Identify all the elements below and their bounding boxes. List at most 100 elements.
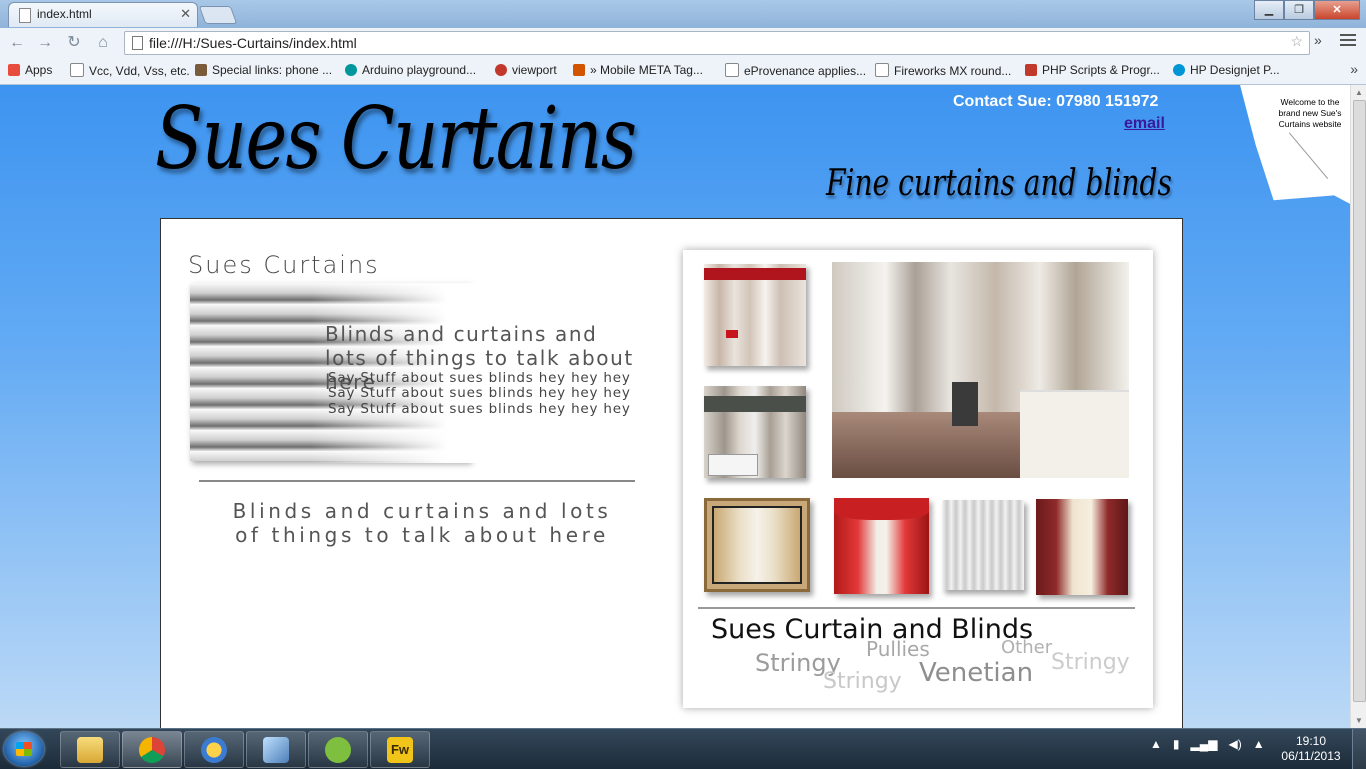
browser-tab[interactable]: index.html ✕ <box>8 2 198 27</box>
gallery-main-image <box>832 262 1129 478</box>
hero-text-line: Say Stuff about sues blinds hey hey hey <box>328 385 631 401</box>
scroll-up-icon[interactable]: ▲ <box>1355 88 1363 97</box>
google-drive-icon[interactable]: ▲ <box>1253 737 1265 751</box>
gallery-thumbnail[interactable] <box>834 498 929 594</box>
site-tagline: Fine curtains and blinds <box>826 163 1172 204</box>
spotify-icon <box>325 737 351 763</box>
vertical-scrollbar[interactable]: ▲ ▼ <box>1350 85 1366 728</box>
divider <box>698 607 1135 609</box>
page-icon <box>725 63 739 77</box>
home-icon[interactable]: ⌂ <box>92 33 114 53</box>
window-controls: ▁ ❐ ✕ <box>1254 0 1360 20</box>
taskbar-app-virtualbox[interactable] <box>246 731 306 768</box>
gallery-thumbnail[interactable] <box>942 500 1024 590</box>
fireworks-icon: Fw <box>387 737 413 763</box>
email-link[interactable]: email <box>1124 115 1165 133</box>
show-desktop-button[interactable] <box>1352 729 1366 769</box>
bookmark-item[interactable]: » Mobile META Tag... <box>573 63 703 77</box>
url-input[interactable] <box>149 35 1249 51</box>
divider <box>199 480 635 482</box>
windows-logo-icon <box>16 742 32 756</box>
bookmark-item[interactable]: viewport <box>495 63 557 77</box>
apps-icon <box>8 64 20 76</box>
arduino-icon <box>345 64 357 76</box>
extensions-overflow-icon[interactable]: » <box>1314 32 1322 48</box>
hp-icon <box>1173 64 1185 76</box>
system-tray: ▲ ▮ ▂▄▆ ◀) ▲ <box>1150 737 1265 751</box>
contact-phone: Contact Sue: 07980 151972 <box>953 93 1159 110</box>
page-icon <box>875 63 889 77</box>
sofa-shape <box>708 454 758 476</box>
gallery-thumbnail[interactable] <box>704 264 806 366</box>
window-frame <box>712 506 802 584</box>
close-tab-icon[interactable]: ✕ <box>180 6 191 22</box>
page-viewport: Sues Curtains Fine curtains and blinds C… <box>0 85 1350 728</box>
tag-cloud-item[interactable]: Stringy <box>1051 650 1130 675</box>
content-box: Sues Curtains Blinds and curtains and lo… <box>160 218 1183 728</box>
bookmark-item[interactable]: Fireworks MX round... <box>875 63 1011 78</box>
taskbar-app-explorer[interactable] <box>60 731 120 768</box>
browser-toolbar: ← → ↻ ⌂ ☆ » <box>0 28 1366 59</box>
taskbar-app-messenger[interactable] <box>184 731 244 768</box>
gallery-thumbnail[interactable] <box>704 498 810 592</box>
tag-cloud-item[interactable]: Venetian <box>919 658 1033 688</box>
start-button[interactable] <box>4 732 44 766</box>
bookmark-item[interactable]: Special links: phone ... <box>195 63 332 77</box>
tag-cloud-item[interactable]: Stringy <box>823 669 902 694</box>
bookmark-star-icon[interactable]: ☆ <box>1290 33 1303 50</box>
curtain-valance <box>834 498 929 520</box>
tab-title: index.html <box>37 7 92 21</box>
battery-icon[interactable]: ▮ <box>1173 737 1180 751</box>
scrollbar-thumb[interactable] <box>1353 100 1366 702</box>
minimize-button[interactable]: ▁ <box>1254 0 1284 20</box>
messenger-icon <box>201 737 227 763</box>
bookmark-item[interactable]: Apps <box>8 63 52 77</box>
volume-icon[interactable]: ◀) <box>1228 737 1241 751</box>
back-icon[interactable]: ← <box>6 33 28 53</box>
bookmark-item[interactable]: Arduino playground... <box>345 63 476 77</box>
bookmark-item[interactable]: Vcc, Vdd, Vss, etc. <box>70 63 190 78</box>
taskbar-app-spotify[interactable] <box>308 731 368 768</box>
taskbar-app-fireworks[interactable]: Fw <box>370 731 430 768</box>
page-icon <box>70 63 84 77</box>
reload-icon[interactable]: ↻ <box>63 33 85 53</box>
gallery-thumbnail[interactable] <box>1036 499 1128 595</box>
gallery-panel: Sues Curtain and Blinds Stringy Pullies … <box>683 250 1153 708</box>
curtain-heading <box>704 396 806 412</box>
show-hidden-icons-icon[interactable]: ▲ <box>1150 737 1162 751</box>
bookmark-item[interactable]: HP Designjet P... <box>1173 63 1280 77</box>
page-icon <box>19 8 31 23</box>
chair-shape <box>952 382 978 426</box>
taskbar-app-chrome[interactable] <box>122 731 182 768</box>
tag-cloud-item[interactable]: Other <box>1001 637 1052 658</box>
clock-date: 06/11/2013 <box>1281 749 1341 763</box>
folder-icon <box>77 737 103 763</box>
system-clock[interactable]: 19:10 06/11/2013 <box>1278 734 1344 764</box>
network-icon[interactable]: ▂▄▆ <box>1191 737 1218 751</box>
close-window-button[interactable]: ✕ <box>1314 0 1360 20</box>
forward-icon[interactable]: → <box>34 33 56 53</box>
php-icon <box>1025 64 1037 76</box>
maximize-button[interactable]: ❐ <box>1284 0 1314 20</box>
mobile-icon <box>573 64 585 76</box>
sub-heading: Blinds and curtains and lots of things t… <box>232 499 612 547</box>
address-bar[interactable]: ☆ <box>124 31 1310 55</box>
page-icon <box>132 36 143 50</box>
hero-text-line: Say Stuff about sues blinds hey hey hey <box>328 370 631 386</box>
fireworks-label: Fw <box>390 742 410 757</box>
bookmark-item[interactable]: PHP Scripts & Progr... <box>1025 63 1160 77</box>
scroll-down-icon[interactable]: ▼ <box>1355 716 1363 725</box>
bookmarks-bar: Apps Vcc, Vdd, Vss, etc. Special links: … <box>0 58 1366 85</box>
site-logo[interactable]: Sues Curtains <box>155 89 637 189</box>
more-bookmarks-icon[interactable]: » <box>1350 61 1358 77</box>
section-title: Sues Curtains <box>188 251 380 279</box>
hero-text-line: Say Stuff about sues blinds hey hey hey <box>328 401 631 417</box>
bookmark-item[interactable]: eProvenance applies... <box>725 63 866 78</box>
bed-shape <box>1020 390 1129 478</box>
new-tab-button[interactable] <box>198 6 238 24</box>
curtain-tieback <box>726 330 738 338</box>
menu-icon[interactable] <box>1340 34 1356 48</box>
gallery-thumbnail[interactable] <box>704 386 806 478</box>
taskbar: Fw ▲ ▮ ▂▄▆ ◀) ▲ 19:10 06/11/2013 <box>0 728 1366 769</box>
virtualbox-icon <box>263 737 289 763</box>
